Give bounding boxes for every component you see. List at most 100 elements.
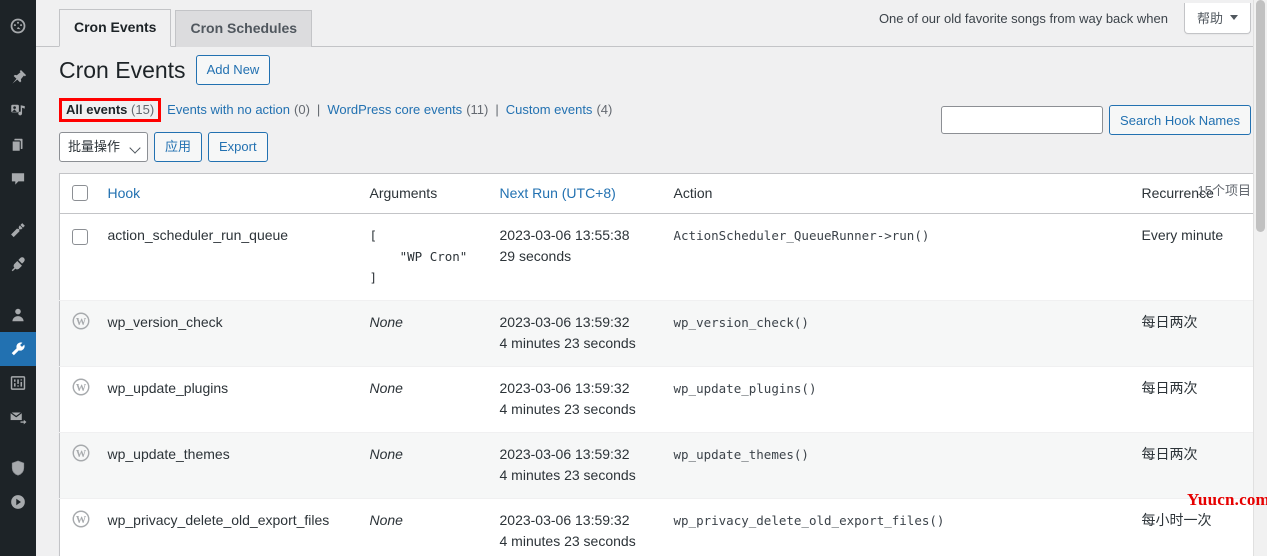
next-run-date: 2023-03-06 13:59:32 bbox=[499, 314, 630, 331]
filter-separator-2: | bbox=[495, 102, 499, 118]
wordpress-logo-icon: W bbox=[72, 445, 90, 465]
page-scrollbar[interactable] bbox=[1253, 0, 1267, 556]
sidebar-item-dashboard[interactable] bbox=[0, 9, 36, 43]
column-header-hook[interactable]: Hook bbox=[107, 173, 370, 215]
apply-button[interactable]: 应用 bbox=[154, 131, 203, 162]
filter-custom-events-count: (4) bbox=[596, 102, 613, 118]
next-run-date: 2023-03-06 13:55:38 bbox=[499, 227, 630, 244]
recurrence-label: 每日两次 bbox=[1141, 380, 1198, 397]
arguments-none: None bbox=[369, 446, 403, 463]
cell-hook: wp_update_plugins bbox=[107, 366, 370, 433]
cell-recurrence: 每小时一次 bbox=[1141, 498, 1267, 556]
filter-no-action-link[interactable]: Events with no action bbox=[167, 102, 290, 117]
table-header-row: Hook Arguments Next Run (UTC+8) Action R bbox=[59, 173, 1267, 215]
sidebar-item-users[interactable] bbox=[0, 298, 36, 332]
cell-arguments: None bbox=[369, 300, 500, 367]
hook-name: wp_privacy_delete_old_export_files bbox=[107, 512, 330, 529]
cell-arguments: None bbox=[369, 432, 500, 499]
filter-all-events[interactable]: All events (15) bbox=[59, 97, 167, 122]
sidebar-item-posts[interactable] bbox=[0, 60, 36, 94]
user-icon bbox=[9, 306, 27, 324]
hook-name: action_scheduler_run_queue bbox=[107, 227, 289, 244]
table-body: action_scheduler_run_queue [ "WP Cron" ] 2… bbox=[59, 214, 1267, 556]
column-header-hook-link[interactable]: Hook bbox=[108, 185, 141, 201]
action-callback: wp_privacy_delete_old_export_files() bbox=[673, 513, 945, 529]
bulk-action-select[interactable]: 批量操作 bbox=[59, 131, 148, 162]
sidebar-item-pages[interactable] bbox=[0, 128, 36, 162]
action-callback: ActionScheduler_QueueRunner->run() bbox=[673, 228, 930, 244]
action-callback: wp_update_themes() bbox=[673, 447, 809, 463]
row-core-event-cell: W bbox=[59, 366, 108, 433]
wordpress-logo-icon: W bbox=[72, 379, 90, 399]
filter-core-events-link[interactable]: WordPress core events bbox=[327, 102, 462, 117]
wordpress-logo-icon: W bbox=[72, 313, 90, 333]
tablenav-top: 批量操作 应用 Export bbox=[59, 131, 1251, 163]
help-area: One of our old favorite songs from way b… bbox=[879, 0, 1251, 36]
tab-cron-events[interactable]: Cron Events bbox=[59, 9, 172, 47]
filter-custom-events[interactable]: Custom events (4) bbox=[506, 102, 613, 117]
cell-hook: wp_update_themes bbox=[107, 432, 370, 499]
sidebar-item-media-player[interactable] bbox=[0, 485, 36, 519]
mail-icon bbox=[9, 408, 27, 426]
export-button[interactable]: Export bbox=[208, 131, 268, 162]
help-toggle-button[interactable]: 帮助 bbox=[1183, 2, 1251, 34]
cell-hook: wp_version_check bbox=[107, 300, 370, 367]
sidebar-divider-4 bbox=[0, 434, 36, 451]
filter-no-action-count: (0) bbox=[294, 102, 310, 118]
filter-all-events-count: (15) bbox=[131, 101, 155, 117]
row-checkbox[interactable] bbox=[72, 228, 88, 245]
filter-all-events-label: All events bbox=[66, 101, 128, 117]
hook-name: wp_update_themes bbox=[107, 446, 230, 463]
recurrence-label: Every minute bbox=[1141, 227, 1224, 244]
pin-icon bbox=[9, 68, 27, 86]
next-run-date: 2023-03-06 13:59:32 bbox=[499, 380, 630, 397]
table-head: Hook Arguments Next Run (UTC+8) Action R bbox=[59, 173, 1267, 215]
recurrence-label: 每日两次 bbox=[1141, 314, 1198, 331]
row-core-event-cell: W bbox=[59, 432, 108, 499]
sidebar-item-mail[interactable] bbox=[0, 400, 36, 434]
wordpress-logo-icon: W bbox=[72, 511, 90, 531]
cell-hook: wp_privacy_delete_old_export_files bbox=[107, 498, 370, 556]
add-new-button[interactable]: Add New bbox=[195, 55, 271, 86]
filter-custom-events-link[interactable]: Custom events bbox=[506, 102, 593, 117]
svg-text:W: W bbox=[76, 515, 87, 526]
next-run-relative: 4 minutes 23 seconds bbox=[499, 401, 636, 418]
search-input[interactable] bbox=[941, 106, 1104, 134]
search-hook-names-button[interactable]: Search Hook Names bbox=[1109, 105, 1251, 135]
cell-arguments: None bbox=[369, 366, 500, 433]
svg-text:W: W bbox=[76, 317, 87, 328]
select-all-checkbox[interactable] bbox=[72, 184, 88, 201]
column-header-action-label: Action bbox=[673, 184, 713, 201]
sidebar-item-security[interactable] bbox=[0, 451, 36, 485]
tab-cron-schedules[interactable]: Cron Schedules bbox=[175, 10, 313, 47]
column-header-checkbox bbox=[59, 173, 108, 215]
sidebar-item-media[interactable] bbox=[0, 94, 36, 128]
column-header-next-run[interactable]: Next Run (UTC+8) bbox=[499, 173, 674, 215]
hook-name: wp_version_check bbox=[107, 314, 223, 331]
row-core-event-cell: W bbox=[59, 498, 108, 556]
sidebar-item-appearance[interactable] bbox=[0, 213, 36, 247]
comment-icon bbox=[9, 170, 27, 188]
filter-separator-1: | bbox=[316, 102, 321, 118]
scrollbar-thumb[interactable] bbox=[1256, 0, 1265, 232]
dashboard-icon bbox=[9, 17, 27, 35]
cell-action: wp_privacy_delete_old_export_files() bbox=[673, 498, 1142, 556]
next-run-relative: 4 minutes 23 seconds bbox=[499, 467, 636, 484]
table-row: Wwp_version_check None 2023-03-06 13:59:32… bbox=[59, 300, 1267, 367]
wordpress-admin-screen: One of our old favorite songs from way b… bbox=[0, 0, 1267, 556]
arguments-none: None bbox=[369, 512, 403, 529]
sidebar-item-settings[interactable] bbox=[0, 366, 36, 400]
filter-no-action-label: Events with no action bbox=[167, 102, 291, 118]
table-row: Wwp_privacy_delete_old_export_files None 2… bbox=[59, 498, 1267, 556]
column-header-next-run-link[interactable]: Next Run (UTC+8) bbox=[500, 185, 616, 201]
sidebar-item-plugins[interactable] bbox=[0, 247, 36, 281]
paintbrush-icon bbox=[9, 221, 27, 239]
next-run-relative: 29 seconds bbox=[499, 248, 572, 265]
sidebar-item-tools[interactable] bbox=[0, 332, 36, 366]
filter-core-events[interactable]: WordPress core events (11) | bbox=[327, 102, 505, 117]
sidebar-item-comments[interactable] bbox=[0, 162, 36, 196]
cell-recurrence: 每日两次 bbox=[1141, 300, 1267, 367]
nav-tab-wrapper: Cron Events Cron Schedules bbox=[59, 9, 316, 47]
sidebar-divider-2 bbox=[0, 196, 36, 213]
filter-no-action[interactable]: Events with no action (0) | bbox=[167, 102, 327, 117]
